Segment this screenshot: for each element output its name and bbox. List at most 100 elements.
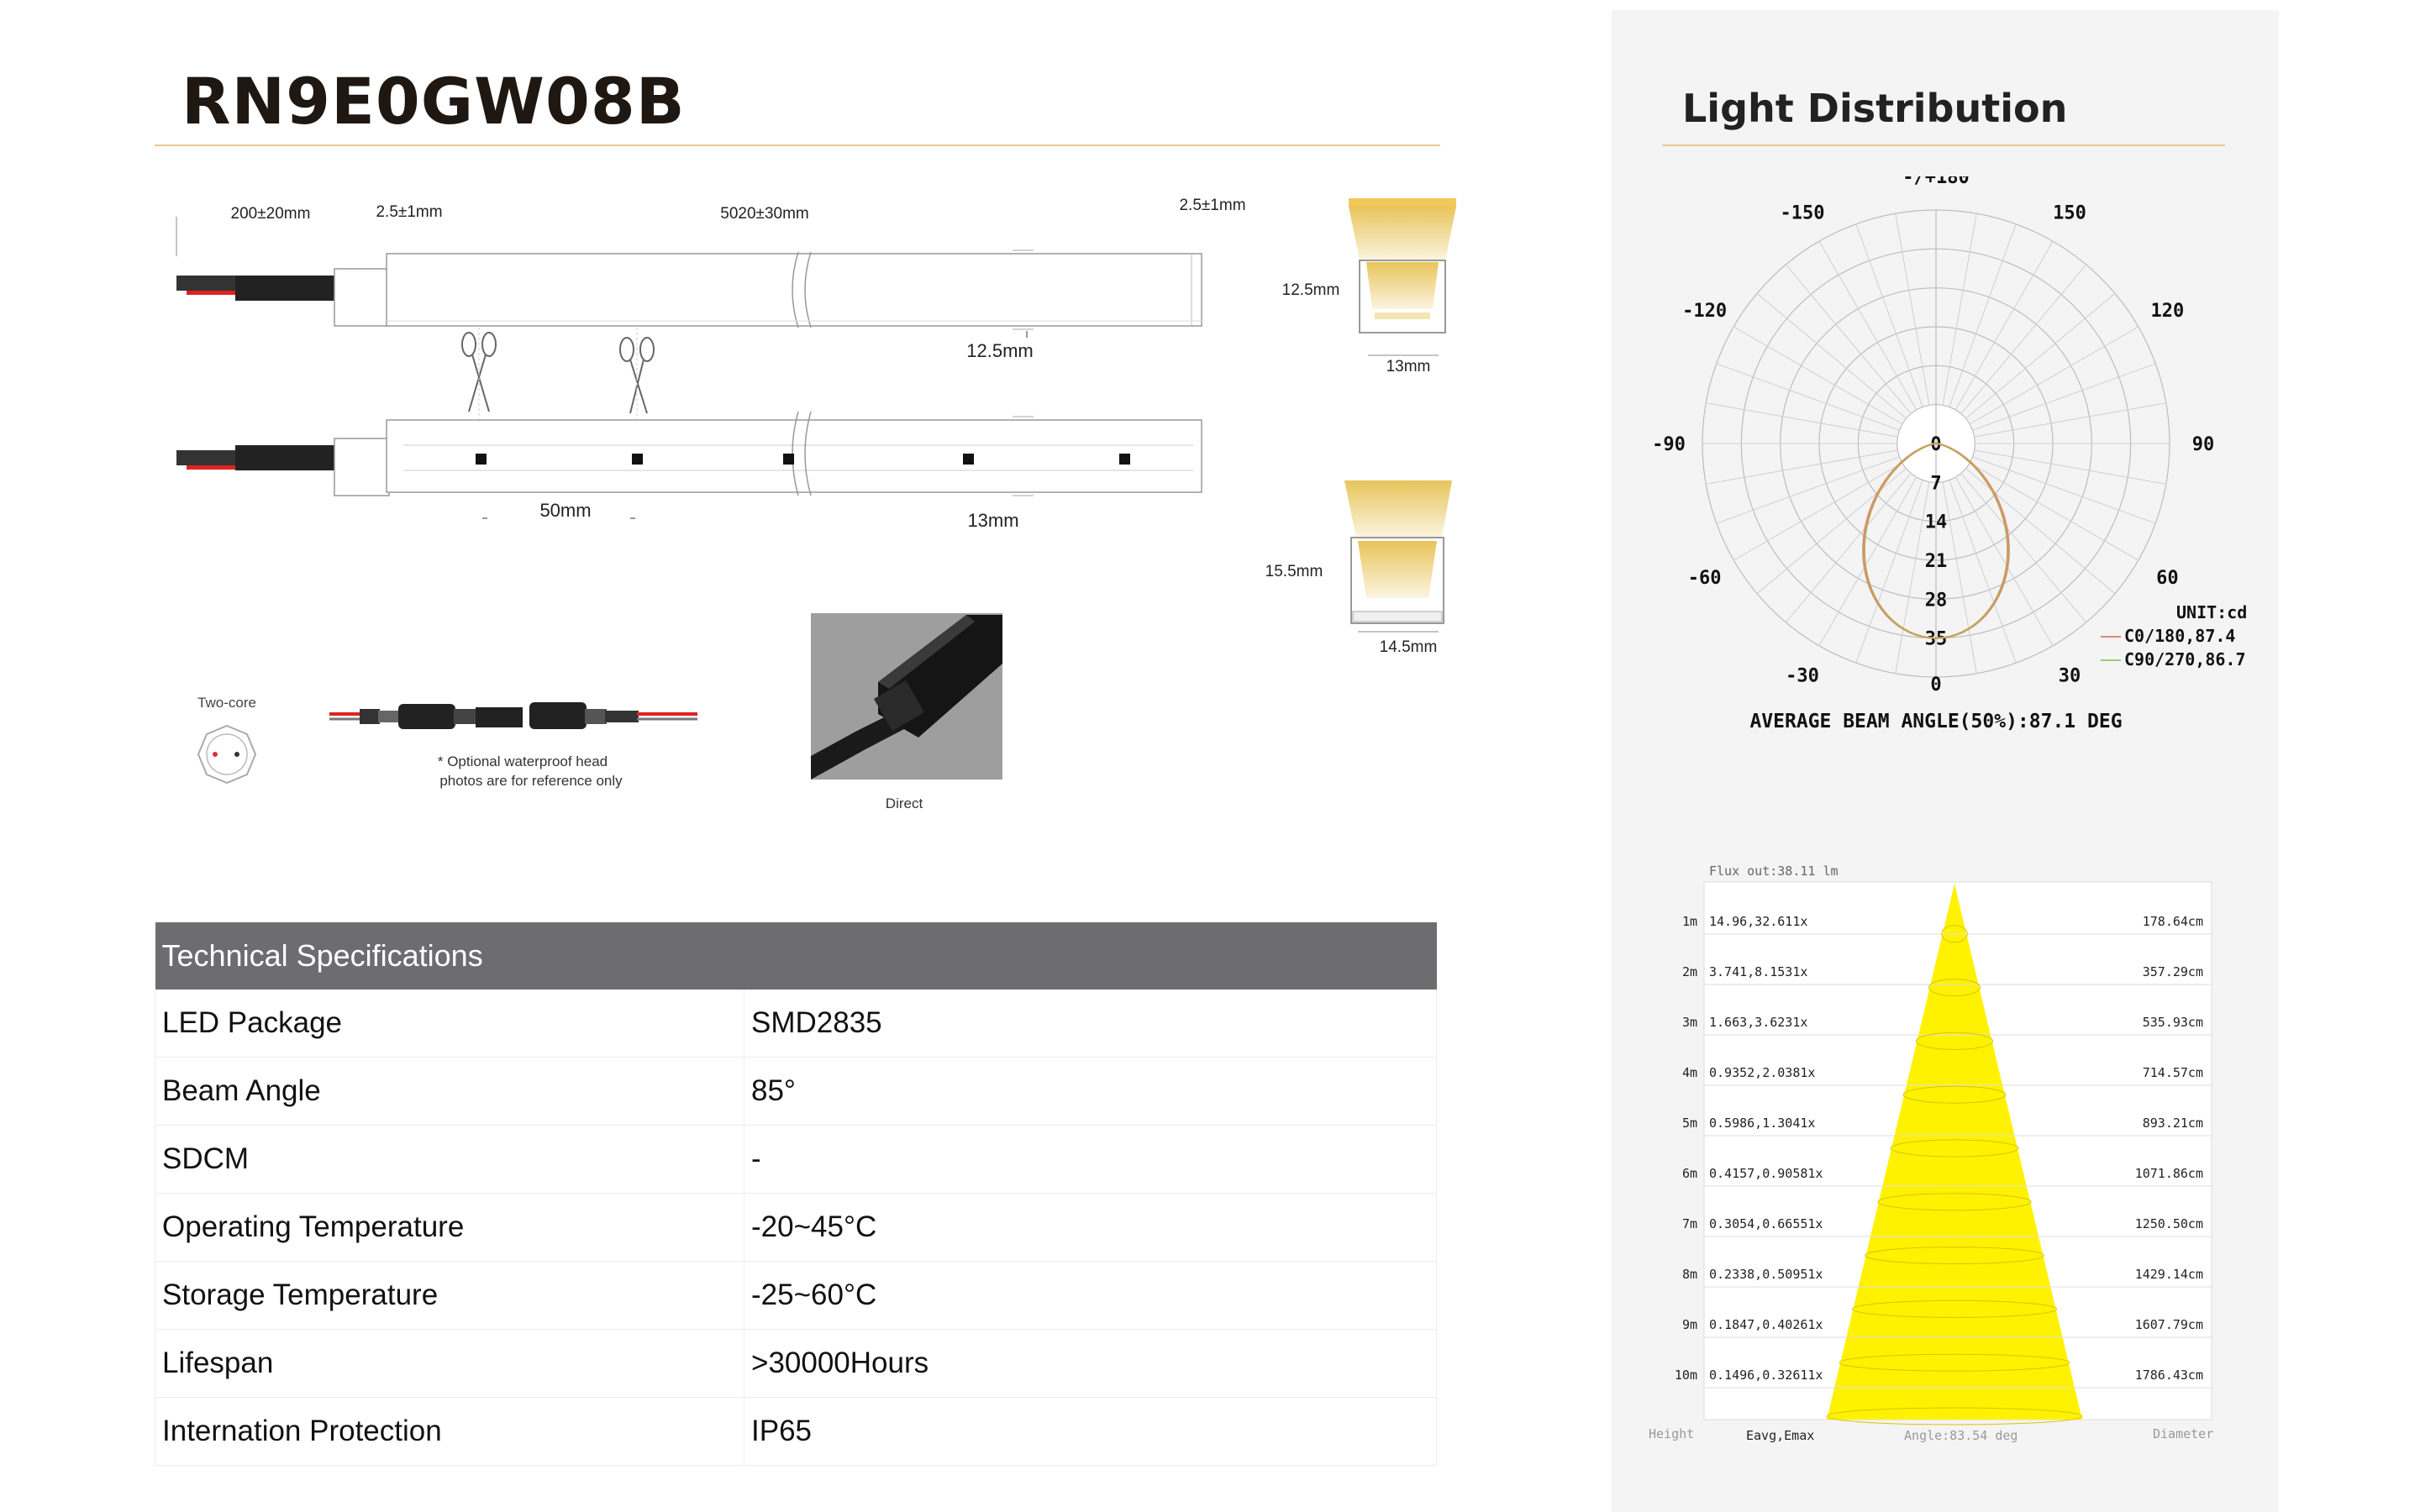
polar-angle-label: -/+180: [1902, 176, 1969, 188]
polar-radial-label: 35: [1925, 629, 1948, 650]
light-distribution-divider: [1662, 144, 2225, 146]
led-chip: [476, 454, 487, 465]
cross2-height: 15.5mm: [1265, 563, 1323, 580]
cable-black: [176, 276, 237, 291]
polar-angle-label: 90: [2192, 434, 2215, 455]
photo-caption: Direct: [886, 795, 923, 811]
cone-diameter: 357.29cm: [2143, 964, 2203, 979]
led-chip: [632, 454, 643, 465]
average-beam-angle: AVERAGE BEAM ANGLE(50%):87.1 DEG: [1749, 711, 2122, 732]
table-row: Lifespan >30000Hours: [155, 1329, 1437, 1398]
cone-lux: 0.1847,0.40261x: [1709, 1317, 1823, 1332]
cone-height: 1m: [1682, 914, 1697, 929]
spec-value: IP65: [744, 1397, 1437, 1466]
cone-diameter: 893.21cm: [2143, 1116, 2203, 1131]
product-title: RN9E0GW08B: [182, 64, 686, 139]
spec-value: 85°: [744, 1057, 1437, 1126]
spec-label: Beam Angle: [155, 1057, 744, 1126]
polar-radial-label: 21: [1925, 551, 1948, 572]
cone-lux: 0.3054,0.66551x: [1709, 1216, 1823, 1231]
polar-angle-label: 120: [2151, 301, 2185, 322]
spec-value: SMD2835: [744, 990, 1437, 1058]
table-row: Internation Protection IP65: [155, 1397, 1437, 1466]
cone-lux: 0.1496,0.32611x: [1709, 1368, 1823, 1383]
table-row: Storage Temperature -25~60°C: [155, 1261, 1437, 1330]
polar-spoke: [1972, 456, 2156, 524]
strip-body-top: [386, 253, 1202, 327]
polar-spoke: [1706, 449, 1898, 485]
waterproof-note-2: photos are for reference only: [439, 773, 623, 789]
waterproof-connector: [329, 702, 697, 729]
legend-entry: C0/180,87.4: [2124, 626, 2235, 646]
polar-spoke: [1965, 292, 2116, 419]
two-core-label: Two-core: [197, 695, 256, 711]
polar-spoke: [1716, 363, 1900, 431]
cone-lux: 0.9352,2.0381x: [1709, 1065, 1815, 1080]
cut-pitch: 50mm: [539, 500, 591, 521]
polar-spoke: [1965, 468, 2116, 595]
product-photo: [811, 613, 1002, 780]
polar-angle-label: -150: [1781, 203, 1825, 224]
footer-height: Height: [1649, 1426, 1694, 1441]
spec-label: Operating Temperature: [155, 1193, 744, 1262]
spec-value: -: [744, 1125, 1437, 1194]
cone-lux: 0.4157,0.90581x: [1709, 1166, 1823, 1181]
polar-diagram: -/+180-150 150-120 120-90 90-60 60-30 3000714…: [1652, 176, 2247, 732]
dim-end-left: 2.5±1mm: [376, 203, 442, 221]
cable-sleeve-2: [235, 445, 336, 470]
table-row: Operating Temperature -20~45°C: [155, 1193, 1437, 1262]
cone-diameter: 1071.86cm: [2135, 1166, 2203, 1181]
spec-label: LED Package: [155, 990, 744, 1058]
polar-spoke: [1949, 223, 2017, 407]
polar-angle-label: 0: [1930, 675, 1941, 696]
spec-value: -20~45°C: [744, 1193, 1437, 1262]
dim-cable: 200±20mm: [231, 205, 311, 223]
polar-angle-label: 30: [2059, 665, 2081, 686]
polar-angle-label: -60: [1688, 568, 1722, 589]
polar-spoke: [1855, 223, 1923, 407]
dim-end-right: 2.5±1mm: [1179, 197, 1245, 214]
cone-lux: 3.741,8.1531x: [1709, 964, 1807, 979]
polar-spoke: [1706, 402, 1898, 438]
polar-spoke: [1756, 292, 1907, 419]
height-label: 12.5mm: [966, 340, 1033, 361]
cone-lux: 0.2338,0.50951x: [1709, 1267, 1823, 1282]
polar-spoke: [1716, 456, 1900, 524]
cone-height: 7m: [1682, 1216, 1697, 1231]
waterproof-note-1: * Optional waterproof head: [438, 753, 608, 769]
spec-header: Technical Specifications: [155, 922, 1437, 990]
title-divider: [155, 144, 1440, 146]
led-chip: [1119, 454, 1130, 465]
polar-angle-label: 150: [2053, 203, 2086, 224]
technical-drawing: 200±20mm 2.5±1mm 5020±30mm 2.5±1mm 12.5m…: [176, 197, 1456, 811]
table-row: SDCM -: [155, 1125, 1437, 1194]
cone-diameter: 1607.79cm: [2135, 1317, 2203, 1332]
spec-label: Lifespan: [155, 1329, 744, 1398]
polar-angle-label: -30: [1786, 665, 1819, 686]
polar-spoke: [1756, 468, 1907, 595]
width-label: 13mm: [967, 510, 1018, 531]
cone-lux: 14.96,32.611x: [1709, 914, 1807, 929]
polar-spoke: [1974, 449, 2166, 485]
cross1-height: 12.5mm: [1282, 281, 1340, 299]
spec-value: >30000Hours: [744, 1329, 1437, 1398]
cone-height: 3m: [1682, 1015, 1697, 1030]
cone-height: 8m: [1682, 1267, 1697, 1282]
led-chip: [783, 454, 794, 465]
cross2-width: 14.5mm: [1380, 638, 1438, 656]
led-chip: [963, 454, 974, 465]
spec-value: -25~60°C: [744, 1261, 1437, 1330]
polar-spoke: [1972, 363, 2156, 431]
cone-diameter: 1250.50cm: [2135, 1216, 2203, 1231]
polar-spoke: [1785, 264, 1912, 414]
cross1-width: 13mm: [1386, 358, 1431, 375]
table-row: LED Package SMD2835: [155, 990, 1437, 1058]
spec-label: Storage Temperature: [155, 1261, 744, 1330]
footer-angle: Angle:83.54 deg: [1904, 1428, 2018, 1443]
polar-radial-label: 7: [1930, 473, 1941, 494]
polar-angle-label: -90: [1652, 434, 1686, 455]
polar-spoke: [1895, 213, 1930, 406]
two-core-connector-icon: [197, 724, 257, 785]
cone-height: 10m: [1675, 1368, 1697, 1383]
polar-radial-label: 28: [1925, 590, 1948, 611]
